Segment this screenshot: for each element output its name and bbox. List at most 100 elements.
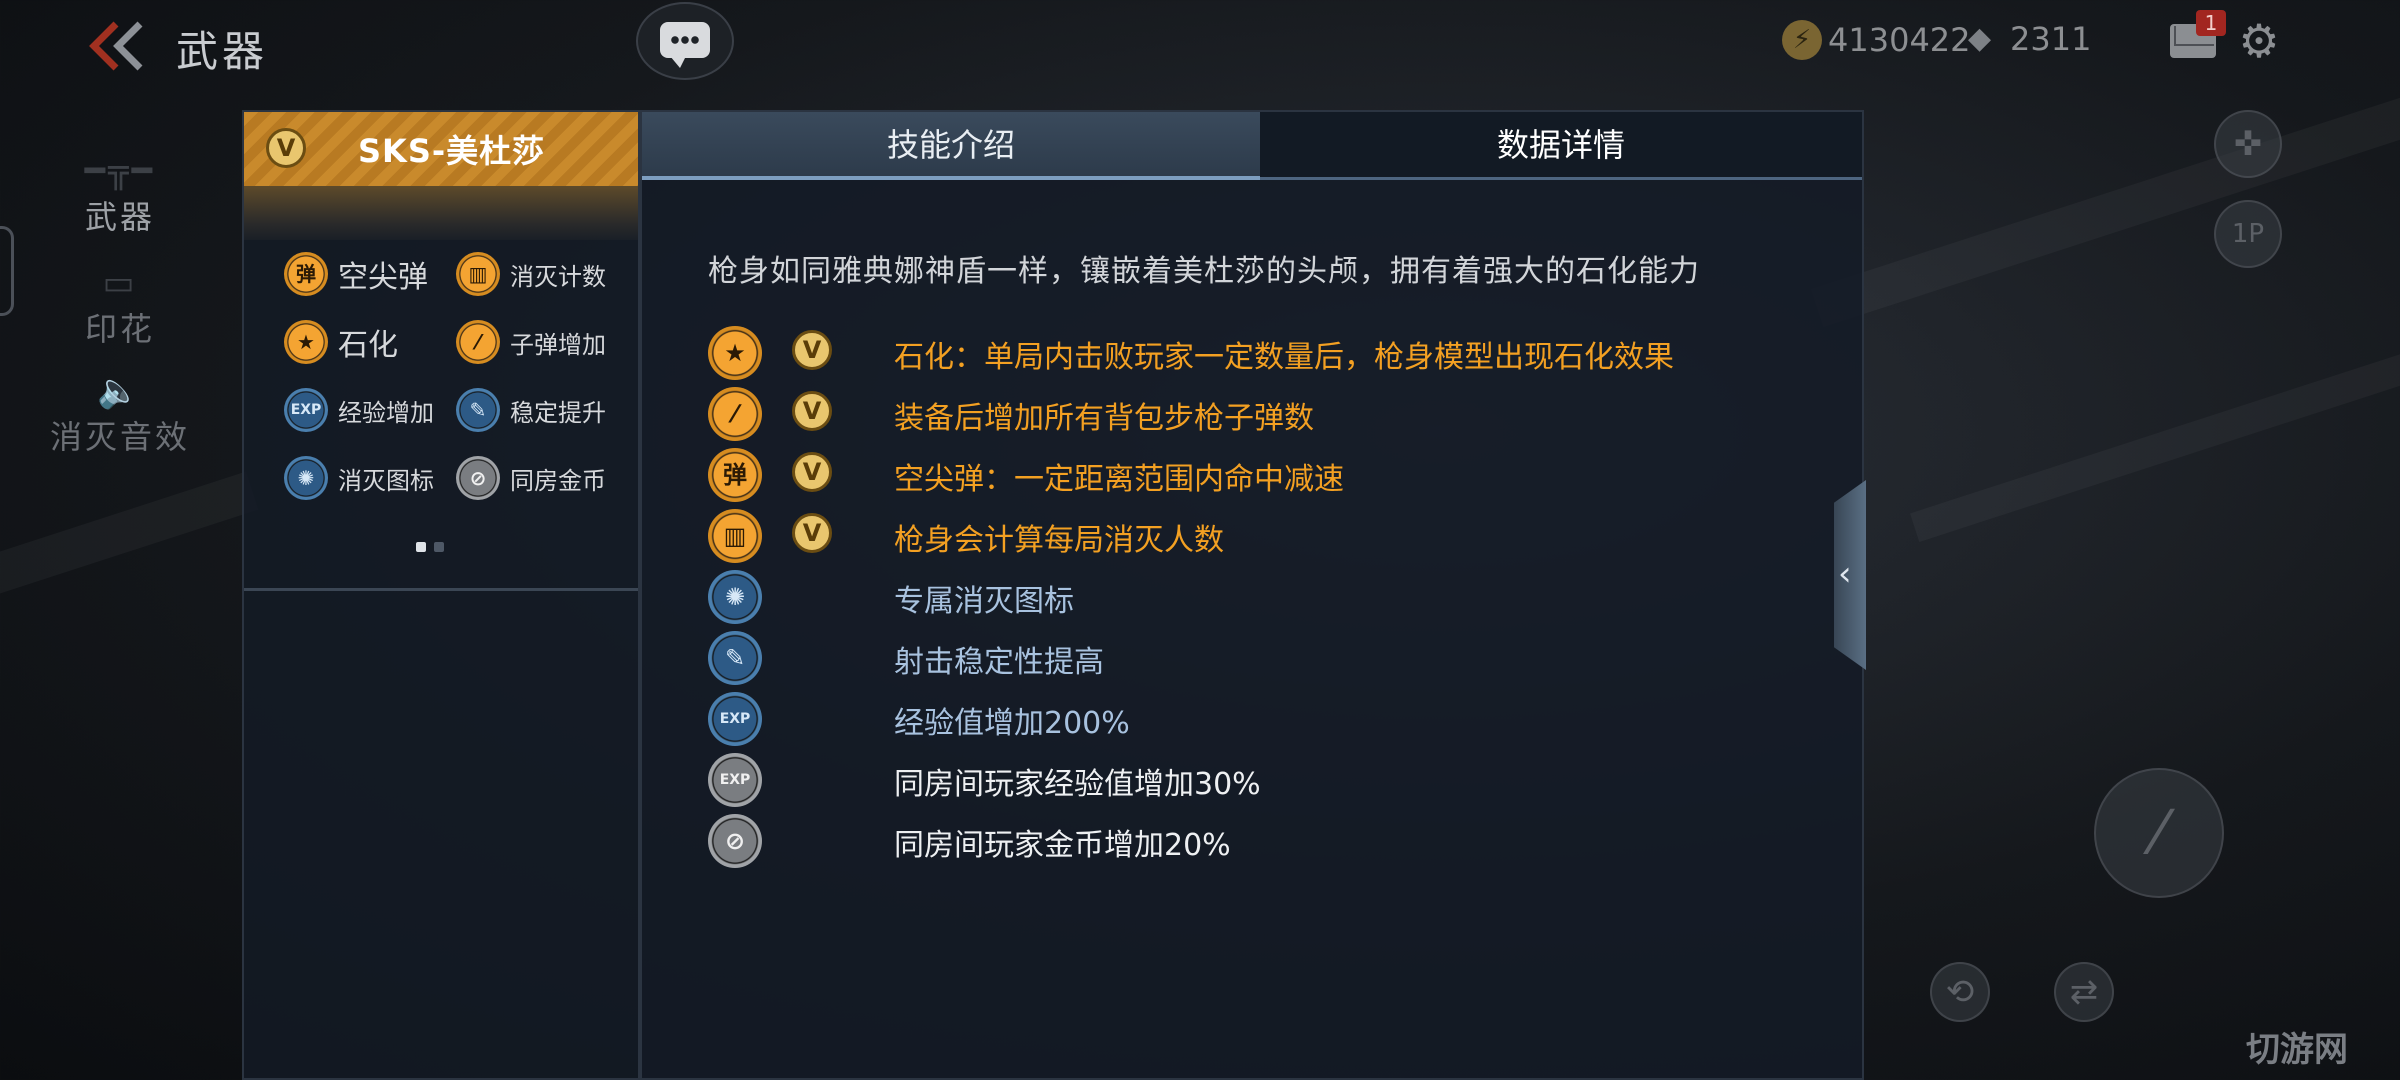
speaker-icon: 🔈	[97, 371, 143, 411]
page-dot[interactable]	[434, 542, 444, 552]
vip-badge-icon: V	[792, 330, 832, 370]
gold-currency: ⚡ 4130422	[1782, 20, 1971, 60]
stability-icon: ✎	[708, 631, 762, 685]
feature-kill-counter[interactable]: ▥ 消灭计数	[456, 252, 606, 296]
feature-ammo-increase[interactable]: ⁄ 子弹增加	[456, 320, 606, 364]
nav-label: 印花	[84, 310, 155, 348]
back-button[interactable]	[86, 20, 148, 72]
feature-kill-emblem[interactable]: ✺ 消灭图标	[284, 456, 434, 500]
page-title: 武器	[176, 27, 269, 76]
background-streak	[1910, 328, 2400, 542]
weapon-summary-panel: V SKS-美杜莎 弹 空尖弹 ▥ 消灭计数 ★ 石化 ⁄ 子弹增加 EXP 经…	[242, 110, 640, 1080]
nav-item-stickers[interactable]: ▭ 印花	[0, 266, 240, 350]
room-coin-icon: ⊘	[456, 456, 500, 500]
gem-currency: ◆ 2311	[1968, 20, 2091, 58]
skill-row: ⁄ V 装备后增加所有背包步枪子弹数	[708, 385, 1828, 441]
skill-row: ✺ 专属消灭图标	[708, 568, 1828, 624]
kill-counter-icon: ▥	[456, 252, 500, 296]
feature-label: 同房金币	[510, 466, 606, 495]
feature-label: 消灭图标	[338, 466, 434, 495]
bullet-icon: ⁄	[708, 387, 762, 441]
rotate-icon[interactable]: ⟲	[1930, 962, 1990, 1022]
tab-data-details[interactable]: 数据详情	[1260, 112, 1862, 180]
bullet-icon[interactable]: ⁄	[2094, 768, 2224, 898]
sticker-icon: ▭	[102, 263, 138, 303]
star-icon: ★	[708, 326, 762, 380]
skill-text: 石化：单局内击败玩家一定数量后，枪身模型出现石化效果	[894, 340, 1674, 375]
swap-icon[interactable]: ⇄	[2054, 962, 2114, 1022]
page-indicator	[416, 542, 444, 552]
vip-badge-icon: V	[792, 513, 832, 553]
tab-skill-intro[interactable]: 技能介绍	[642, 112, 1260, 180]
feature-room-coins[interactable]: ⊘ 同房金币	[456, 456, 606, 500]
hollow-point-icon: 弹	[708, 448, 762, 502]
chat-button[interactable]	[636, 2, 734, 80]
nav-item-weapons[interactable]: ━╦━ 武器	[0, 154, 240, 238]
first-person-icon[interactable]: 1P	[2214, 200, 2282, 268]
skill-text: 射击稳定性提高	[894, 645, 1104, 680]
rifle-icon: ━╦━	[84, 151, 156, 191]
tab-bar: 技能介绍 数据详情	[642, 112, 1862, 180]
skill-row: EXP 同房间玩家经验值增加30%	[708, 751, 1828, 807]
kill-counter-icon: ▥	[708, 509, 762, 563]
skill-text: 空尖弹：一定距离范围内命中减速	[894, 462, 1344, 497]
chat-icon	[660, 22, 710, 68]
feature-petrify[interactable]: ★ 石化	[284, 320, 398, 364]
vip-badge-icon: V	[266, 128, 306, 168]
skill-text: 同房间玩家金币增加20%	[894, 828, 1231, 863]
background-streak	[1810, 72, 2400, 328]
skill-text: 专属消灭图标	[894, 584, 1074, 619]
chevron-left-icon: ‹	[1838, 554, 1852, 594]
star-icon: ★	[284, 320, 328, 364]
feature-label: 消灭计数	[510, 262, 606, 291]
dpad-icon[interactable]: ✜	[2214, 110, 2282, 178]
feature-stability[interactable]: ✎ 稳定提升	[456, 388, 606, 432]
feature-label: 经验增加	[338, 398, 434, 427]
top-bar: 武器 ⚡ 4130422 ◆ 2311 1 ⚙	[0, 0, 2400, 96]
skill-text: 枪身会计算每局消灭人数	[894, 523, 1224, 558]
feature-label: 石化	[338, 328, 398, 363]
nav-label: 武器	[84, 198, 155, 236]
kill-emblem-icon: ✺	[284, 456, 328, 500]
exp-icon: EXP	[708, 692, 762, 746]
weapon-description: 枪身如同雅典娜神盾一样，镶嵌着美杜莎的头颅，拥有着强大的石化能力	[708, 254, 1700, 289]
skill-text: 同房间玩家经验值增加30%	[894, 767, 1261, 802]
nav-selection-rail	[0, 226, 14, 316]
coin-icon: ⚡	[1782, 20, 1822, 60]
skill-row: ⊘ 同房间玩家金币增加20%	[708, 812, 1828, 868]
feature-exp-increase[interactable]: EXP 经验增加	[284, 388, 434, 432]
kill-emblem-icon: ✺	[708, 570, 762, 624]
feature-label: 空尖弹	[338, 260, 428, 295]
gem-amount: 2311	[2010, 20, 2092, 58]
divider	[244, 588, 638, 591]
skill-row: ▥ V 枪身会计算每局消灭人数	[708, 507, 1828, 563]
weapon-name: SKS-美杜莎	[358, 132, 546, 170]
vip-badge-icon: V	[792, 452, 832, 492]
watermark-logo: 切游网	[2246, 1030, 2348, 1070]
diamond-icon: ◆	[1968, 21, 1992, 56]
nav-item-kill-sound[interactable]: 🔈 消灭音效	[0, 374, 240, 458]
gear-icon[interactable]: ⚙	[2236, 18, 2282, 64]
page-dot-active[interactable]	[416, 542, 426, 552]
skill-row: 弹 V 空尖弹：一定距离范围内命中减速	[708, 446, 1828, 502]
skill-text: 装备后增加所有背包步枪子弹数	[894, 401, 1314, 436]
bullet-icon: ⁄	[456, 320, 500, 364]
collapse-panel-tab[interactable]: ‹	[1834, 480, 1866, 670]
room-exp-icon: EXP	[708, 753, 762, 807]
stability-icon: ✎	[456, 388, 500, 432]
nav-label: 消灭音效	[49, 418, 190, 456]
weapon-header-shade	[244, 186, 638, 240]
weapon-header: V SKS-美杜莎	[244, 112, 638, 186]
hollow-point-icon: 弹	[284, 252, 328, 296]
feature-hollow-point[interactable]: 弹 空尖弹	[284, 252, 428, 296]
skill-row: ★ V 石化：单局内击败玩家一定数量后，枪身模型出现石化效果	[708, 324, 1828, 380]
feature-label: 稳定提升	[510, 398, 606, 427]
skill-row: EXP 经验值增加200%	[708, 690, 1828, 746]
room-coin-icon: ⊘	[708, 814, 762, 868]
gold-amount: 4130422	[1828, 21, 1971, 59]
skill-row: ✎ 射击稳定性提高	[708, 629, 1828, 685]
background-streak	[0, 471, 259, 609]
mail-badge: 1	[2196, 10, 2226, 36]
exp-icon: EXP	[284, 388, 328, 432]
double-chevron-left-icon	[89, 21, 143, 71]
